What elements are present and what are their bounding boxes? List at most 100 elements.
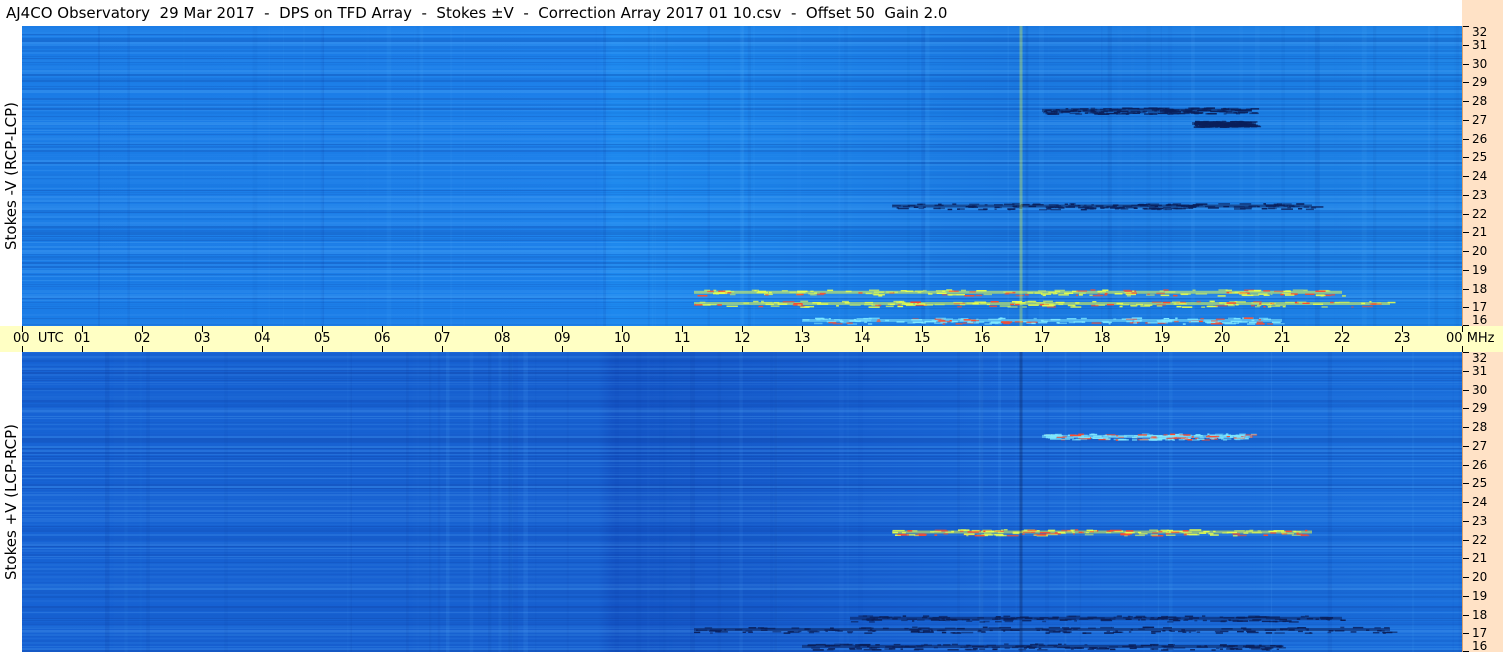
band-speckle: [1003, 291, 1013, 293]
band-speckle: [1306, 618, 1314, 620]
time-tick-label: 07: [434, 331, 451, 346]
band-speckle: [972, 619, 980, 621]
band-speckle: [1043, 300, 1053, 303]
band-speckle: [1052, 631, 1061, 633]
band-speckle: [858, 292, 863, 294]
band-speckle: [854, 646, 861, 648]
band-speckle: [988, 627, 1001, 629]
band-speckle: [1129, 647, 1137, 650]
texture-column: [838, 352, 844, 652]
band-speckle: [846, 322, 853, 324]
texture-column: [1025, 26, 1029, 326]
band-speckle: [1161, 645, 1166, 647]
texture-column: [450, 26, 453, 326]
band-speckle: [912, 620, 915, 622]
band-speckle: [864, 632, 873, 634]
band-speckle: [754, 289, 757, 292]
band-speckle: [1270, 645, 1276, 647]
band-speckle: [1271, 302, 1276, 305]
band-speckle: [892, 531, 898, 534]
band-speckle: [1025, 294, 1029, 296]
band-speckle: [1003, 529, 1008, 531]
band-speckle: [1031, 322, 1036, 325]
band-speckle: [770, 305, 780, 307]
band-speckle: [1151, 436, 1157, 438]
band-speckle: [710, 632, 713, 634]
freq-tick-label: 32: [1472, 351, 1488, 365]
band-speckle: [1182, 530, 1189, 532]
band-speckle: [1182, 323, 1186, 325]
time-tick: [22, 326, 23, 332]
band-speckle: [1126, 618, 1132, 620]
texture-column: [647, 352, 650, 652]
texture-column: [1252, 352, 1256, 652]
texture-column: [488, 352, 492, 652]
texture-column: [420, 26, 424, 326]
band-speckle: [958, 208, 965, 210]
band-speckle: [965, 644, 971, 647]
band-speckle: [1300, 615, 1305, 618]
texture-column: [252, 26, 258, 326]
texture-column: [498, 352, 502, 652]
band-speckle: [1109, 618, 1116, 620]
band-speckle: [1113, 111, 1121, 114]
band-speckle: [1263, 290, 1271, 292]
time-tick-label: 09: [554, 331, 571, 346]
band-speckle: [1125, 293, 1136, 296]
band-speckle: [1203, 530, 1210, 533]
time-tick: [862, 326, 863, 332]
band-speckle: [1176, 305, 1182, 308]
band-speckle: [984, 323, 992, 325]
time-tick: [562, 326, 563, 332]
band-speckle: [1078, 294, 1083, 296]
band-speckle: [1270, 293, 1273, 296]
band-speckle: [1082, 632, 1092, 634]
band-speckle: [1109, 207, 1120, 209]
band-speckle: [901, 645, 904, 648]
band-speckle: [968, 206, 978, 208]
band-speckle: [1046, 208, 1052, 210]
band-speckle: [1372, 631, 1380, 634]
time-tick-label: 19: [1154, 331, 1171, 346]
time-tick-label: 13: [794, 331, 811, 346]
band-speckle: [1132, 439, 1138, 441]
band-speckle: [1105, 438, 1111, 441]
band-speckle: [1178, 438, 1185, 441]
band-speckle: [800, 300, 809, 303]
band-speckle: [1223, 113, 1227, 115]
time-tick-label: 05: [314, 331, 331, 346]
freq-tick-label: 26: [1472, 131, 1488, 146]
band-speckle: [1384, 627, 1390, 629]
band-speckle: [1110, 529, 1122, 532]
band-speckle: [1055, 301, 1065, 304]
band-speckle: [1244, 206, 1253, 208]
band-speckle: [936, 292, 947, 294]
band-speckle: [997, 531, 1004, 534]
band-speckle: [1091, 204, 1094, 206]
band-speckle: [1221, 108, 1230, 110]
texture-column: [1281, 26, 1285, 326]
upper-ylabel-wrap: Stokes -V (RCP-LCP): [0, 26, 22, 326]
texture-column: [1361, 26, 1367, 326]
band-speckle: [902, 615, 907, 617]
band-speckle: [938, 320, 946, 322]
time-tick: [202, 326, 203, 332]
texture-column: [647, 26, 650, 326]
band-speckle: [1250, 436, 1253, 438]
band-speckle: [1196, 438, 1205, 440]
band-speckle: [1163, 208, 1167, 211]
time-tick-label: 17: [1034, 331, 1051, 346]
band-speckle: [885, 319, 890, 322]
band-speckle: [1310, 207, 1317, 209]
time-tick-label: 22: [1334, 331, 1351, 346]
band-speckle: [1144, 113, 1153, 115]
band-speckle: [1182, 110, 1190, 113]
band-speckle: [803, 319, 810, 321]
band-speckle: [1021, 645, 1033, 647]
band-speckle: [1315, 618, 1319, 620]
band-speckle: [1342, 295, 1346, 297]
time-tick: [1402, 326, 1403, 332]
band-speckle: [930, 629, 934, 632]
band-speckle: [1150, 648, 1159, 650]
time-label-start: 00 UTC: [13, 331, 64, 346]
